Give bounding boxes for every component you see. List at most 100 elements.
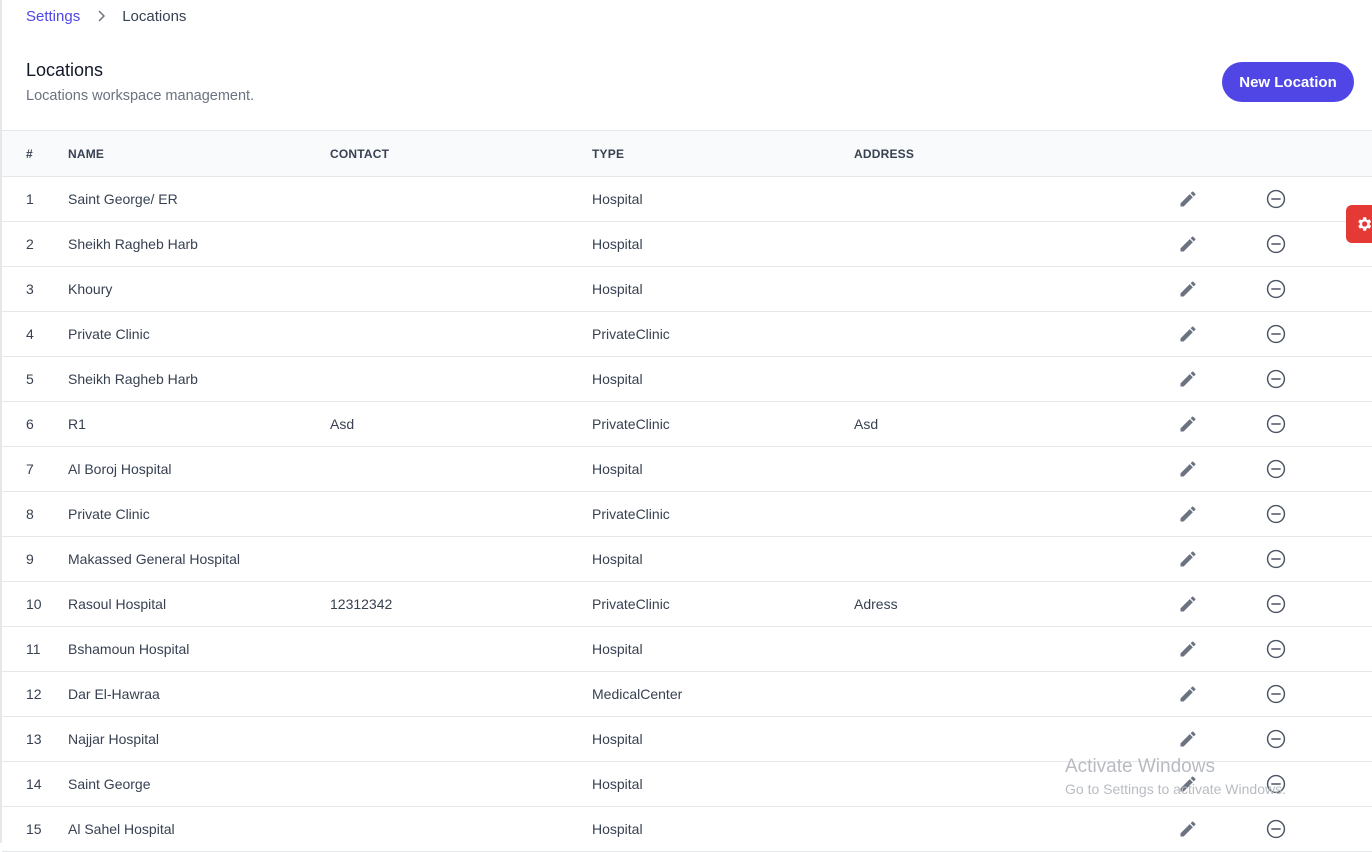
- cell-name: Saint George: [68, 776, 151, 792]
- table-row: 4 Private Clinic PrivateClinic: [2, 312, 1372, 357]
- table-row: 13 Najjar Hospital Hospital: [2, 717, 1372, 762]
- column-header-contact: CONTACT: [330, 146, 390, 161]
- table-row: 9 Makassed General Hospital Hospital: [2, 537, 1372, 582]
- cell-name: Al Sahel Hospital: [68, 821, 175, 837]
- cell-name: Saint George/ ER: [68, 191, 178, 207]
- pencil-icon[interactable]: [1174, 222, 1202, 266]
- pencil-icon[interactable]: [1174, 582, 1202, 626]
- minus-circle-icon[interactable]: [1262, 447, 1290, 491]
- cell-num: 7: [26, 461, 34, 477]
- minus-circle-icon[interactable]: [1262, 582, 1290, 626]
- minus-circle-icon[interactable]: [1262, 267, 1290, 311]
- cell-contact: 12312342: [330, 596, 393, 612]
- minus-circle-icon[interactable]: [1262, 717, 1290, 761]
- minus-circle-icon[interactable]: [1262, 672, 1290, 716]
- pencil-icon[interactable]: [1174, 492, 1202, 536]
- table-row: 1 Saint George/ ER Hospital: [2, 177, 1372, 222]
- table-row: 7 Al Boroj Hospital Hospital: [2, 447, 1372, 492]
- column-header-type: TYPE: [592, 146, 625, 161]
- cell-name: R1: [68, 416, 86, 432]
- column-header-address: ADDRESS: [854, 146, 915, 161]
- cell-type: PrivateClinic: [592, 416, 670, 432]
- column-header-name: NAME: [68, 146, 105, 161]
- pencil-icon[interactable]: [1174, 312, 1202, 356]
- cell-type: MedicalCenter: [592, 686, 683, 702]
- cell-type: Hospital: [592, 731, 643, 747]
- cell-num: 9: [26, 551, 34, 567]
- cell-name: Al Boroj Hospital: [68, 461, 172, 477]
- column-header-num: #: [26, 146, 33, 161]
- table-row: 3 Khoury Hospital: [2, 267, 1372, 312]
- cell-type: Hospital: [592, 551, 643, 567]
- cell-name: Rasoul Hospital: [68, 596, 167, 612]
- pencil-icon[interactable]: [1174, 627, 1202, 671]
- page-title: Locations: [26, 60, 104, 80]
- cell-type: Hospital: [592, 281, 643, 297]
- cell-type: PrivateClinic: [592, 596, 670, 612]
- cell-num: 12: [26, 686, 42, 702]
- chevron-right-icon: [98, 10, 106, 22]
- locations-table: # NAME CONTACT TYPE ADDRESS 1 Saint Georg…: [2, 130, 1372, 852]
- pencil-icon[interactable]: [1174, 177, 1202, 221]
- cell-num: 2: [26, 236, 34, 252]
- pencil-icon[interactable]: [1174, 357, 1202, 401]
- cell-name: Najjar Hospital: [68, 731, 160, 747]
- cell-num: 8: [26, 506, 34, 522]
- cell-type: Hospital: [592, 191, 643, 207]
- table-row: 12 Dar El-Hawraa MedicalCenter: [2, 672, 1372, 717]
- cell-name: Khoury: [68, 281, 113, 297]
- minus-circle-icon[interactable]: [1262, 762, 1290, 806]
- table-row: 6 R1 Asd PrivateClinic Asd: [2, 402, 1372, 447]
- minus-circle-icon[interactable]: [1262, 537, 1290, 581]
- cell-num: 5: [26, 371, 34, 387]
- new-location-button[interactable]: New Location: [1222, 62, 1354, 102]
- cell-name: Dar El-Hawraa: [68, 686, 160, 702]
- table-row: 14 Saint George Hospital: [2, 762, 1372, 807]
- cell-name: Sheikh Ragheb Harb: [68, 371, 198, 387]
- cell-type: Hospital: [592, 461, 643, 477]
- cell-type: Hospital: [592, 821, 643, 837]
- minus-circle-icon[interactable]: [1262, 177, 1290, 221]
- cell-type: PrivateClinic: [592, 326, 670, 342]
- cell-num: 4: [26, 326, 34, 342]
- cell-type: Hospital: [592, 236, 643, 252]
- cell-name: Private Clinic: [68, 506, 150, 522]
- pencil-icon[interactable]: [1174, 447, 1202, 491]
- pencil-icon[interactable]: [1174, 267, 1202, 311]
- pencil-icon[interactable]: [1174, 402, 1202, 446]
- cell-type: Hospital: [592, 371, 643, 387]
- cell-contact: Asd: [330, 416, 355, 432]
- cell-num: 6: [26, 416, 34, 432]
- cell-type: Hospital: [592, 776, 643, 792]
- cell-num: 14: [26, 776, 42, 792]
- minus-circle-icon[interactable]: [1262, 357, 1290, 401]
- pencil-icon[interactable]: [1174, 672, 1202, 716]
- cell-num: 1: [26, 191, 34, 207]
- pencil-icon[interactable]: [1174, 762, 1202, 806]
- pencil-icon[interactable]: [1174, 807, 1202, 851]
- cell-num: 10: [26, 596, 42, 612]
- pencil-icon[interactable]: [1174, 537, 1202, 581]
- cell-num: 15: [26, 821, 42, 837]
- minus-circle-icon[interactable]: [1262, 402, 1290, 446]
- table-header: # NAME CONTACT TYPE ADDRESS: [2, 131, 1372, 177]
- breadcrumb: Settings Locations: [26, 6, 186, 26]
- cell-num: 11: [26, 641, 41, 657]
- cell-name: Sheikh Ragheb Harb: [68, 236, 198, 252]
- table-row: 5 Sheikh Ragheb Harb Hospital: [2, 357, 1372, 402]
- minus-circle-icon[interactable]: [1262, 627, 1290, 671]
- cell-num: 3: [26, 281, 34, 297]
- cell-name: Makassed General Hospital: [68, 551, 240, 567]
- pencil-icon[interactable]: [1174, 717, 1202, 761]
- minus-circle-icon[interactable]: [1262, 312, 1290, 356]
- cell-address: Adress: [854, 596, 898, 612]
- minus-circle-icon[interactable]: [1262, 492, 1290, 536]
- minus-circle-icon[interactable]: [1262, 807, 1290, 851]
- minus-circle-icon[interactable]: [1262, 222, 1290, 266]
- breadcrumb-settings-link[interactable]: Settings: [26, 8, 80, 25]
- table-row: 10 Rasoul Hospital 12312342 PrivateClinic Ad…: [2, 582, 1372, 627]
- table-row: 11 Bshamoun Hospital Hospital: [2, 627, 1372, 672]
- settings-tab[interactable]: [1346, 205, 1372, 243]
- table-row: 15 Al Sahel Hospital Hospital: [2, 807, 1372, 852]
- table-row: 2 Sheikh Ragheb Harb Hospital: [2, 222, 1372, 267]
